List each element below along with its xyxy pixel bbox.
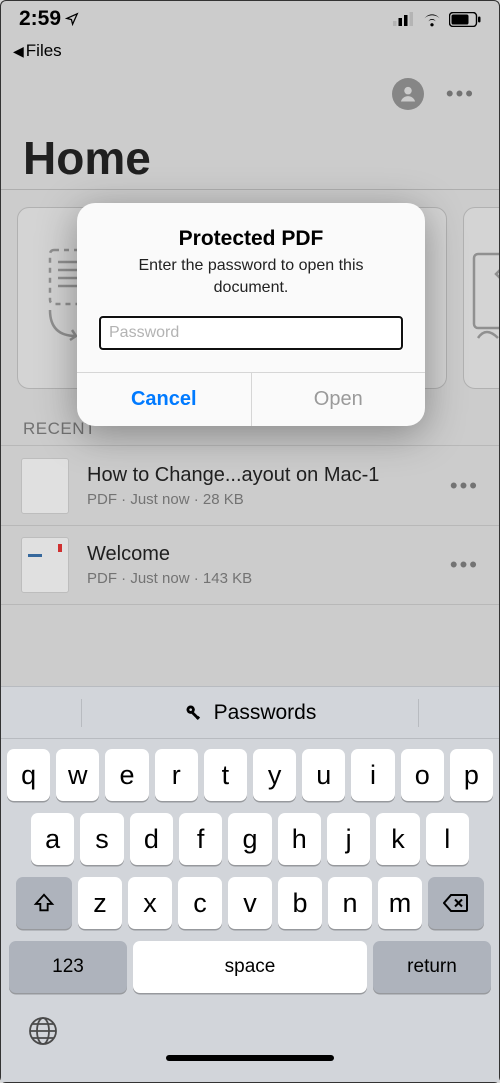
alert-title: Protected PDF bbox=[99, 227, 403, 251]
key-y[interactable]: y bbox=[253, 749, 296, 801]
shift-icon bbox=[33, 892, 55, 914]
key-k[interactable]: k bbox=[376, 813, 419, 865]
key-m[interactable]: m bbox=[378, 877, 422, 929]
key-e[interactable]: e bbox=[105, 749, 148, 801]
key-t[interactable]: t bbox=[204, 749, 247, 801]
password-input[interactable] bbox=[99, 316, 403, 350]
keyboard-footer bbox=[1, 1001, 499, 1071]
globe-icon bbox=[27, 1015, 59, 1047]
key-d[interactable]: d bbox=[130, 813, 173, 865]
shift-key[interactable] bbox=[16, 877, 72, 929]
key-c[interactable]: c bbox=[178, 877, 222, 929]
key-b[interactable]: b bbox=[278, 877, 322, 929]
key-i[interactable]: i bbox=[351, 749, 394, 801]
key-g[interactable]: g bbox=[228, 813, 271, 865]
key-j[interactable]: j bbox=[327, 813, 370, 865]
key-a[interactable]: a bbox=[31, 813, 74, 865]
key-v[interactable]: v bbox=[228, 877, 272, 929]
key-x[interactable]: x bbox=[128, 877, 172, 929]
key-n[interactable]: n bbox=[328, 877, 372, 929]
keyboard-row-2: a s d f g h j k l bbox=[7, 813, 493, 865]
key-s[interactable]: s bbox=[80, 813, 123, 865]
return-key[interactable]: return bbox=[373, 941, 491, 993]
key-o[interactable]: o bbox=[401, 749, 444, 801]
key-l[interactable]: l bbox=[426, 813, 469, 865]
key-f[interactable]: f bbox=[179, 813, 222, 865]
alert-message: Enter the password to open this document… bbox=[99, 255, 403, 298]
keyboard-row-3: z x c v b n m bbox=[7, 877, 493, 929]
key-z[interactable]: z bbox=[78, 877, 122, 929]
space-key[interactable]: space bbox=[133, 941, 367, 993]
key-h[interactable]: h bbox=[278, 813, 321, 865]
key-w[interactable]: w bbox=[56, 749, 99, 801]
autofill-label: Passwords bbox=[214, 701, 317, 725]
alert-buttons: Cancel Open bbox=[77, 372, 425, 426]
password-alert: Protected PDF Enter the password to open… bbox=[77, 203, 425, 426]
numbers-key[interactable]: 123 bbox=[9, 941, 127, 993]
keyboard: Passwords q w e r t y u i o p a s d f g … bbox=[1, 686, 499, 1082]
backspace-icon bbox=[443, 893, 469, 913]
home-indicator[interactable] bbox=[166, 1055, 334, 1061]
key-q[interactable]: q bbox=[7, 749, 50, 801]
key-p[interactable]: p bbox=[450, 749, 493, 801]
key-r[interactable]: r bbox=[155, 749, 198, 801]
key-icon bbox=[184, 703, 204, 723]
keyboard-row-1: q w e r t y u i o p bbox=[7, 749, 493, 801]
cancel-button[interactable]: Cancel bbox=[77, 373, 252, 426]
backspace-key[interactable] bbox=[428, 877, 484, 929]
globe-key[interactable] bbox=[27, 1015, 59, 1052]
autofill-passwords-button[interactable]: Passwords bbox=[1, 687, 499, 739]
keyboard-row-4: 123 space return bbox=[7, 941, 493, 993]
open-button[interactable]: Open bbox=[252, 373, 426, 426]
key-u[interactable]: u bbox=[302, 749, 345, 801]
